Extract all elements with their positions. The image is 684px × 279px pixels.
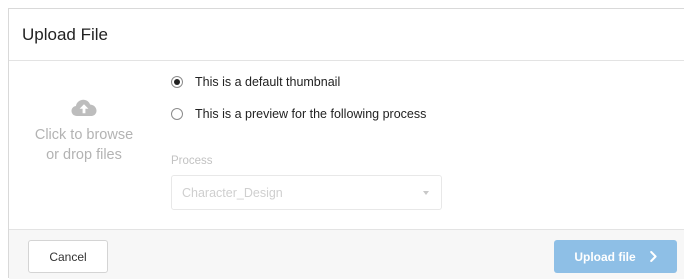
cancel-button[interactable]: Cancel bbox=[28, 240, 108, 273]
dialog-footer: Cancel Upload file bbox=[9, 229, 684, 279]
upload-file-dialog: Upload File Click to browse or drop file… bbox=[8, 8, 684, 279]
dialog-header: Upload File bbox=[9, 9, 684, 61]
radio-process-preview[interactable]: This is a preview for the following proc… bbox=[171, 107, 426, 121]
dropzone-hint-line1: Click to browse bbox=[34, 127, 134, 143]
radio-default-thumbnail[interactable]: This is a default thumbnail bbox=[171, 75, 340, 89]
file-dropzone[interactable]: Click to browse or drop files bbox=[9, 61, 159, 229]
process-select[interactable]: Character_Design bbox=[171, 175, 442, 210]
upload-button-label: Upload file bbox=[574, 249, 636, 264]
dropzone-hint-line2: or drop files bbox=[46, 147, 122, 163]
dialog-body: Click to browse or drop files This is a … bbox=[9, 61, 684, 229]
radio-label: This is a preview for the following proc… bbox=[195, 107, 427, 121]
radio-button-checked[interactable] bbox=[171, 76, 183, 88]
process-select-value: Character_Design bbox=[182, 185, 283, 200]
dialog-title: Upload File bbox=[22, 24, 108, 44]
cancel-button-label: Cancel bbox=[49, 249, 87, 264]
caret-down-icon bbox=[423, 191, 429, 195]
process-field-label: Process bbox=[171, 155, 213, 167]
chevron-right-icon bbox=[649, 251, 657, 262]
cloud-upload-icon bbox=[71, 99, 97, 117]
radio-button-unchecked[interactable] bbox=[171, 108, 183, 120]
upload-file-button[interactable]: Upload file bbox=[554, 240, 677, 273]
dropzone-hint: Click to browse or drop files bbox=[35, 125, 133, 165]
radio-label: This is a default thumbnail bbox=[195, 75, 341, 89]
